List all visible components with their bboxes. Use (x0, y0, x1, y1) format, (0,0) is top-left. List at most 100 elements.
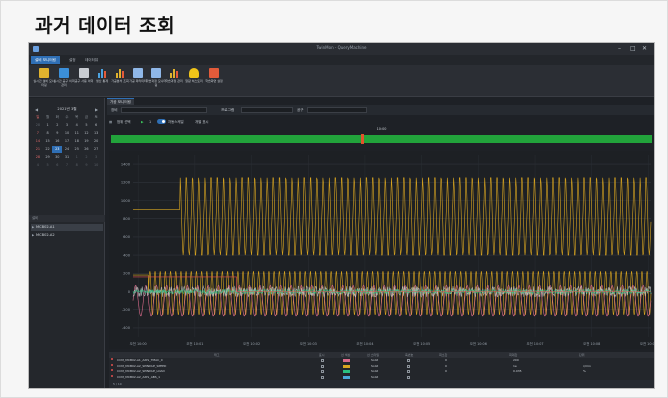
calendar-day[interactable]: 24 (62, 146, 72, 153)
calendar-day[interactable]: 5 (43, 162, 53, 169)
calendar-day[interactable]: 5 (82, 122, 92, 129)
calendar-day[interactable]: 7 (62, 162, 72, 169)
calendar-day[interactable]: 4 (72, 122, 82, 129)
calendar-day[interactable]: 2 (82, 154, 92, 161)
visible-checkbox[interactable] (321, 364, 324, 368)
calendar-day[interactable]: 14 (33, 138, 43, 145)
calendar-day[interactable]: 1 (43, 122, 53, 129)
calendar-day[interactable]: 31 (62, 154, 72, 161)
minimize-icon[interactable]: – (618, 45, 621, 53)
maximize-icon[interactable]: □ (630, 45, 636, 53)
ribbon-button-0[interactable]: 실시간 설비 모니터링 (33, 68, 55, 94)
remove-icon[interactable] (111, 358, 113, 360)
table-row[interactable]: CCM_MCB02-A1_AXIS_TMAC_0 Solid 0 200 (109, 358, 654, 363)
calendar-day[interactable]: 6 (52, 162, 62, 169)
timeline-marker[interactable] (361, 134, 364, 144)
calendar-day[interactable]: 10 (62, 130, 72, 137)
unit-value[interactable]: r/min (583, 364, 591, 369)
calendar-day[interactable]: 28 (33, 122, 43, 129)
equipment-select[interactable] (121, 107, 207, 113)
calendar-day[interactable]: 22 (43, 146, 53, 153)
program-select[interactable] (241, 107, 293, 113)
calendar-day[interactable]: 19 (82, 138, 92, 145)
axis-checkbox[interactable] (407, 359, 410, 362)
calendar-day[interactable]: 2 (52, 122, 62, 129)
mode-label[interactable]: 개별 표시 (195, 119, 209, 125)
axis-checkbox[interactable] (407, 364, 410, 368)
calendar-day[interactable]: 18 (72, 138, 82, 145)
min-value[interactable]: 0 (445, 369, 447, 374)
remove-icon[interactable] (111, 374, 113, 377)
step-value[interactable]: 1 (149, 119, 151, 125)
axis-checkbox[interactable] (407, 375, 410, 379)
unit-value[interactable]: % (583, 369, 586, 374)
expand-icon[interactable]: ▶ (32, 224, 34, 231)
max-value[interactable]: 1e (513, 364, 517, 369)
tab-dataview[interactable]: 데이터뷰 (81, 56, 102, 64)
calendar-day[interactable]: 10 (91, 162, 101, 169)
calendar-day[interactable]: 26 (82, 146, 92, 153)
remove-icon[interactable] (111, 369, 113, 372)
ribbon-button-8[interactable]: 알람 히스토리 (185, 68, 203, 94)
ribbon-button-1[interactable]: 실시간 공구 이력관리 (53, 68, 75, 94)
calendar-day[interactable]: 20 (91, 138, 101, 145)
calendar-icon[interactable]: ▦ (109, 119, 112, 125)
color-swatch[interactable] (343, 364, 350, 368)
calendar-day[interactable]: 17 (62, 138, 72, 145)
max-value[interactable]: 200 (513, 358, 519, 363)
calendar-day[interactable]: 6 (91, 122, 101, 129)
calendar-day[interactable]: 27 (91, 146, 101, 153)
calendar-day[interactable]: 4 (33, 162, 43, 169)
subtab-monitoring[interactable]: 가공 모니터링 (107, 98, 134, 105)
line-style[interactable]: Solid (371, 364, 378, 369)
tool-select[interactable] (307, 107, 367, 113)
calendar-day[interactable]: 21 (33, 146, 43, 153)
calendar-next-icon[interactable]: ▶ (95, 106, 98, 113)
tab-monitoring[interactable]: 설비 모니터링 (31, 56, 60, 64)
close-icon[interactable]: ✕ (642, 45, 647, 53)
calendar-day[interactable]: 7 (33, 130, 43, 137)
calendar-day[interactable]: 28 (33, 154, 43, 161)
line-style[interactable]: Solid (371, 369, 378, 374)
range-select-label[interactable]: 범위 선택 (117, 119, 131, 125)
min-value[interactable]: 0 (445, 364, 447, 369)
color-swatch[interactable] (343, 375, 350, 379)
remove-icon[interactable] (111, 363, 113, 366)
play-icon[interactable]: ▶ (141, 119, 144, 125)
calendar-day[interactable]: 8 (43, 130, 53, 137)
calendar-day[interactable]: 9 (52, 130, 62, 137)
expand-icon[interactable]: ▶ (32, 232, 34, 239)
calendar-day[interactable]: 1 (72, 154, 82, 161)
calendar-day[interactable]: 8 (72, 162, 82, 169)
axis-checkbox[interactable] (407, 370, 410, 374)
min-value[interactable]: 0 (445, 358, 447, 363)
tree-item-mcb02-a2[interactable]: ▶ MCB02-A2 (31, 232, 103, 239)
timeline-bar[interactable] (111, 135, 652, 143)
visible-checkbox[interactable] (321, 370, 324, 374)
calendar-day[interactable]: 29 (43, 154, 53, 161)
calendar-day[interactable]: 3 (62, 122, 72, 129)
tree-item-mcb02-a1[interactable]: ▶ MCB02-A1 (31, 224, 103, 231)
ribbon-button-7[interactable]: 학습과정 관리 (165, 68, 183, 94)
calendar-day[interactable]: 30 (52, 154, 62, 161)
calendar-day[interactable]: 15 (43, 138, 53, 145)
color-swatch[interactable] (343, 359, 350, 362)
calendar-day[interactable]: 25 (72, 146, 82, 153)
calendar-day[interactable]: 23 (52, 146, 63, 153)
calendar-day[interactable]: 3 (91, 154, 101, 161)
max-value[interactable]: 0.035 (513, 369, 522, 374)
tab-settings[interactable]: 설정 (65, 56, 80, 64)
table-row[interactable]: CCM_MCB02-A2_SPINDLE_SPEED Solid 0 1e r/min (109, 363, 654, 369)
visible-checkbox[interactable] (321, 375, 324, 379)
calendar-day[interactable]: 13 (91, 130, 101, 137)
autoscale-toggle[interactable] (157, 119, 166, 124)
ribbon-button-9[interactable]: 학습화면 설정 (205, 68, 223, 94)
visible-checkbox[interactable] (321, 359, 324, 362)
calendar-day[interactable]: 12 (82, 130, 92, 137)
calendar-day[interactable]: 11 (72, 130, 82, 137)
table-row[interactable]: CCM_MCB02-A2_SPINDLE_LOAD Solid 0 0.035% (109, 369, 654, 374)
line-style[interactable]: Solid (371, 358, 378, 363)
calendar-day[interactable]: 16 (52, 138, 62, 145)
color-swatch[interactable] (343, 370, 350, 374)
calendar-day[interactable]: 9 (82, 162, 92, 169)
